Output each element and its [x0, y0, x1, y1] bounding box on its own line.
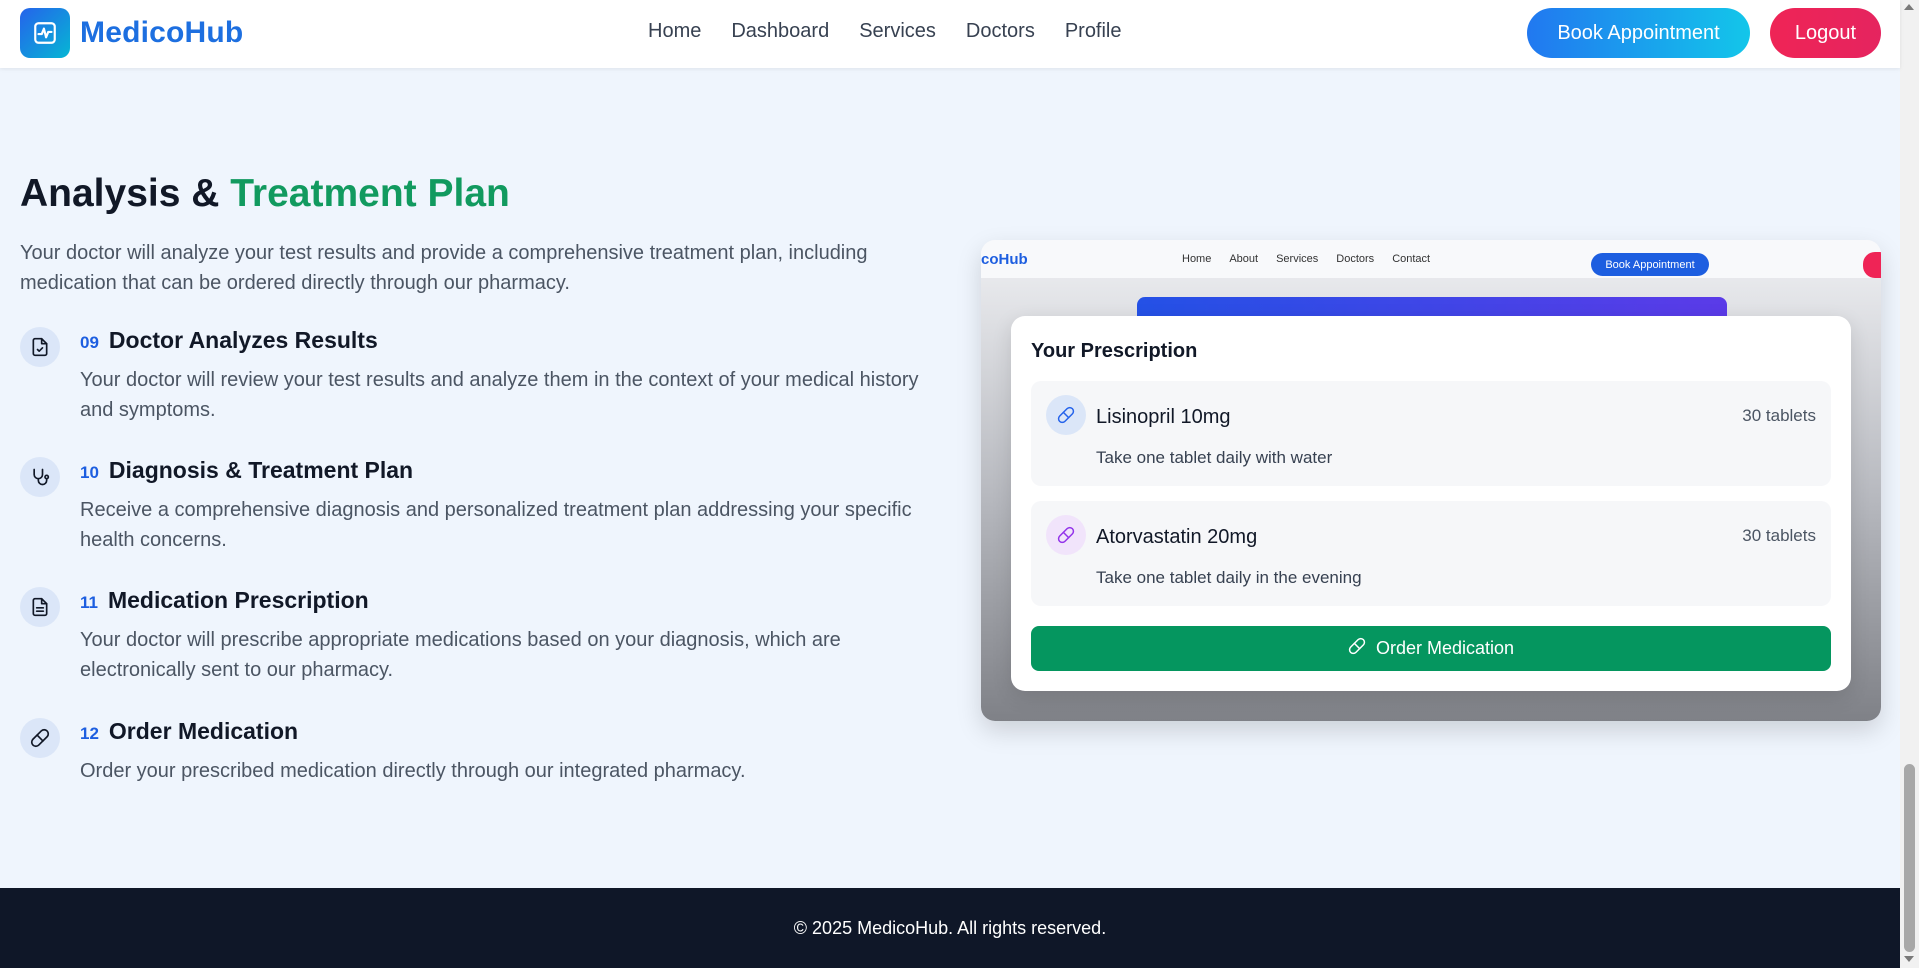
preview-logout-button	[1863, 252, 1881, 278]
medication-instructions: Take one tablet daily with water	[1096, 448, 1333, 467]
order-medication-button[interactable]: Order Medication	[1031, 626, 1831, 671]
pill-icon	[1046, 395, 1086, 435]
book-appointment-button[interactable]: Book Appointment	[1527, 8, 1750, 58]
preview-nav-home: Home	[1182, 253, 1212, 265]
step-heading: 12 Order Medication	[80, 718, 298, 745]
step-description: Your doctor will prescribe appropriate m…	[80, 629, 841, 681]
section-title-main: Analysis &	[20, 172, 231, 215]
nav-home[interactable]: Home	[648, 20, 701, 43]
step-title: Order Medication	[108, 718, 299, 744]
step-title: Diagnosis & Treatment Plan	[108, 457, 414, 483]
step-number: 11	[80, 593, 98, 612]
step-title: Doctor Analyzes Results	[108, 327, 378, 353]
step-description: Receive a comprehensive diagnosis and pe…	[80, 499, 912, 551]
main-nav: Home Dashboard Services Doctors Profile	[648, 20, 1122, 43]
prescription-item: Atorvastatin 20mg 30 tablets Take one ta…	[1031, 501, 1831, 606]
logo-text: MedicoHub	[80, 16, 244, 49]
section-title: Analysis & Treatment Plan	[20, 172, 510, 216]
order-medication-label: Order Medication	[1375, 638, 1515, 658]
preview-nav-links: Home About Services Doctors Contact	[1182, 253, 1430, 265]
copyright-text: © 2025 MedicoHub. All rights reserved.	[793, 917, 1107, 938]
nav-doctors[interactable]: Doctors	[966, 20, 1035, 43]
pill-icon	[1046, 515, 1086, 555]
prescription-item: Lisinopril 10mg 30 tablets Take one tabl…	[1031, 381, 1831, 486]
nav-profile[interactable]: Profile	[1065, 20, 1122, 43]
step-number: 09	[80, 333, 99, 352]
logout-button[interactable]: Logout	[1770, 8, 1881, 58]
step-title: Medication Prescription	[107, 587, 369, 613]
preview-book-button: Book Appointment	[1591, 253, 1709, 276]
pill-icon	[1348, 637, 1366, 660]
preview-logo: coHub	[981, 251, 1028, 268]
preview-navbar: coHub Home About Services Doctors Contac…	[981, 240, 1881, 278]
prescription-title: Your Prescription	[1031, 340, 1198, 362]
section-intro: Your doctor will analyze your test resul…	[20, 242, 868, 294]
pill-icon	[20, 718, 60, 758]
stethoscope-icon	[20, 457, 60, 497]
step-heading: 09 Doctor Analyzes Results	[80, 327, 378, 354]
nav-dashboard[interactable]: Dashboard	[731, 20, 829, 43]
file-check-icon	[20, 327, 60, 367]
scrollbar-thumb[interactable]	[1904, 764, 1915, 952]
step-description: Order your prescribed medication directl…	[80, 760, 746, 782]
document-icon	[20, 587, 60, 627]
medication-name: Atorvastatin 20mg	[1096, 526, 1258, 548]
scroll-down-arrow-icon[interactable]	[1904, 956, 1914, 962]
preview-nav-about: About	[1229, 253, 1259, 265]
step-heading: 11 Medication Prescription	[80, 587, 369, 614]
footer: © 2025 MedicoHub. All rights reserved.	[0, 888, 1900, 968]
section-title-accent: Treatment Plan	[230, 172, 510, 215]
step-heading: 10 Diagnosis & Treatment Plan	[80, 457, 413, 484]
preview-nav-doctors: Doctors	[1336, 253, 1375, 265]
nav-services[interactable]: Services	[859, 20, 936, 43]
medication-instructions: Take one tablet daily in the evening	[1096, 568, 1362, 587]
logo[interactable]: MedicoHub	[20, 8, 243, 58]
step-number: 10	[80, 463, 99, 482]
heartbeat-icon	[20, 8, 70, 58]
step-description: Your doctor will review your test result…	[80, 369, 919, 421]
medication-quantity: 30 tablets	[1742, 526, 1816, 545]
preview-nav-services: Services	[1276, 253, 1319, 265]
medication-quantity: 30 tablets	[1742, 406, 1816, 425]
preview-nav-contact: Contact	[1392, 253, 1431, 265]
medication-name: Lisinopril 10mg	[1096, 406, 1231, 428]
prescription-card: Your Prescription Lisinopril 10mg 30 tab…	[1011, 316, 1851, 691]
page-scrollbar[interactable]	[1900, 0, 1919, 968]
scroll-up-arrow-icon[interactable]	[1904, 4, 1914, 10]
step-number: 12	[80, 724, 99, 743]
top-navbar: MedicoHub Home Dashboard Services Doctor…	[0, 0, 1900, 68]
